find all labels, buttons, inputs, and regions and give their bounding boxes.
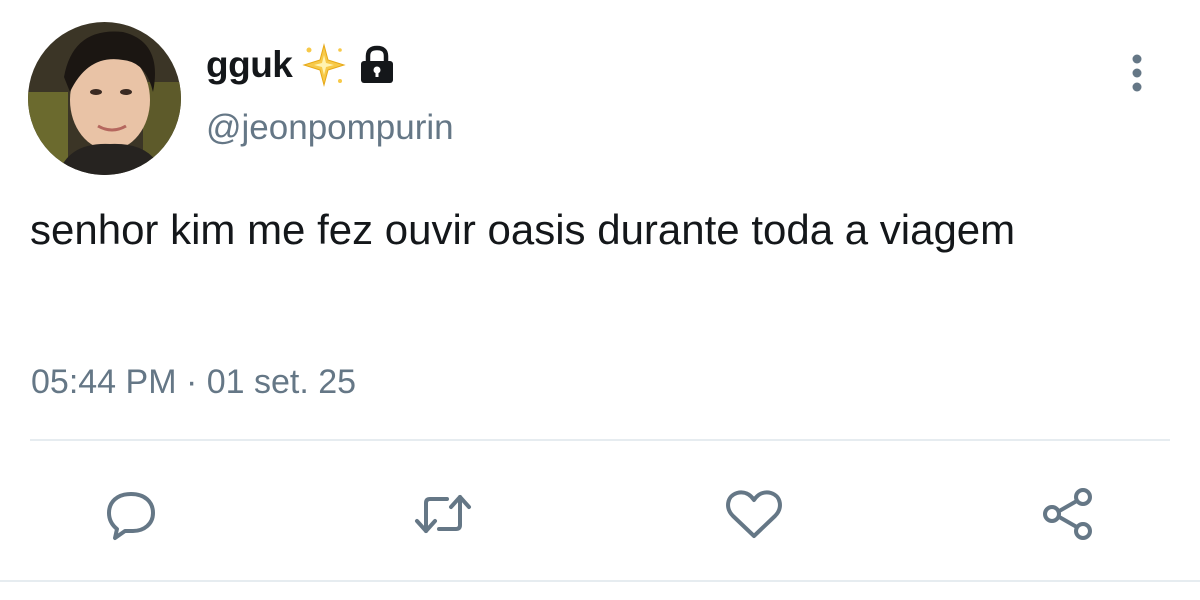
tweet-text: senhor kim me fez ouvir oasis durante to… (30, 206, 1016, 253)
timestamp[interactable]: 05:44 PM · 01 set. 25 (31, 363, 356, 402)
avatar[interactable] (28, 22, 181, 175)
share-button[interactable] (1038, 484, 1098, 544)
display-name[interactable]: gguk (206, 44, 293, 86)
name-row: gguk (206, 40, 398, 90)
like-icon (726, 490, 782, 538)
retweet-button[interactable] (413, 484, 473, 544)
lock-icon (361, 45, 394, 83)
reply-button[interactable] (101, 484, 161, 544)
retweet-icon (415, 495, 471, 533)
sparkle-icon (302, 43, 347, 87)
divider (30, 439, 1170, 441)
like-button[interactable] (724, 484, 784, 544)
more-vertical-icon (1132, 54, 1142, 92)
more-options-button[interactable] (1117, 48, 1157, 98)
share-icon (1043, 488, 1092, 540)
bottom-divider (0, 580, 1200, 582)
tweet-card: gguk @jeonpompurin senhor kim me fez ouv… (0, 0, 1200, 600)
handle[interactable]: @jeonpompurin (206, 108, 454, 148)
reply-icon (107, 492, 155, 540)
